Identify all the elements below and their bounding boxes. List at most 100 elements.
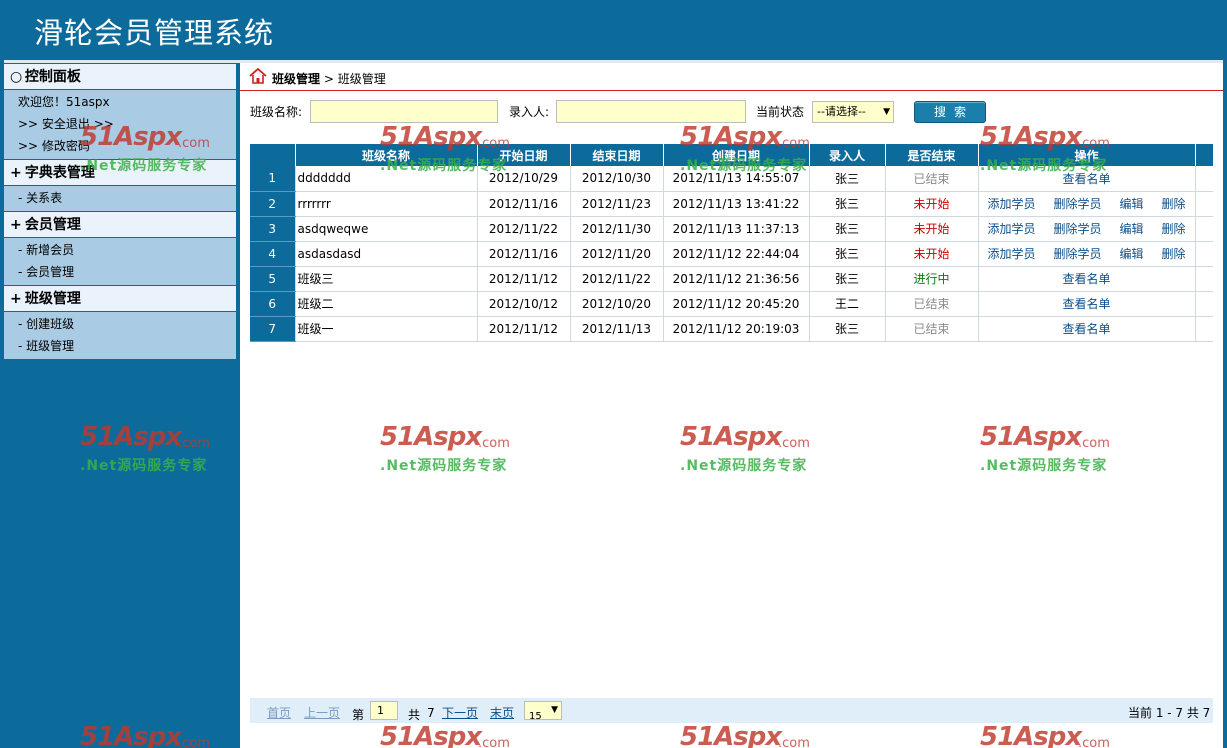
ops-cell: 查看名单 [978, 291, 1196, 317]
col-header-recorder: 录入人 [809, 144, 886, 166]
pager-size-select[interactable]: 15 ▼ [524, 701, 562, 722]
delete-link[interactable]: 删除 [1161, 195, 1185, 212]
row-index: 4 [250, 241, 296, 267]
ops-cell: 查看名单 [978, 316, 1196, 342]
ops-cell: 查看名单 [978, 166, 1196, 192]
class-table: 班级名称 开始日期 结束日期 创建日期 录入人 是否结束 操作 1 ddddddd… [250, 144, 1214, 342]
status-cell: 已结束 [885, 291, 979, 317]
col-header-start: 开始日期 [477, 144, 571, 166]
row-spacer [1195, 191, 1213, 217]
view-list-link[interactable]: 查看名单 [1062, 295, 1110, 312]
expand-marker-icon: + [10, 217, 22, 233]
sidebar-group-dashboard: ○ 控制面板 欢迎您！51aspx >> 安全退出 >> >> 修改密码 [4, 63, 236, 159]
recorder-cell: 张三 [809, 241, 886, 267]
add-student-link[interactable]: 添加学员 [987, 195, 1035, 212]
table-row: 7 班级一 2012/11/12 2012/11/13 2012/11/12 20:19… [250, 316, 1213, 342]
sidebar-item-create-class[interactable]: - 创建班级 [4, 313, 236, 335]
recorder-cell: 张三 [809, 216, 886, 242]
sidebar-item-logout[interactable]: >> 安全退出 >> [4, 113, 236, 135]
start-date-cell: 2012/11/12 [477, 316, 571, 342]
table-row: 5 班级三 2012/11/12 2012/11/22 2012/11/12 21:36… [250, 266, 1213, 292]
row-spacer [1195, 166, 1213, 192]
row-spacer [1195, 241, 1213, 267]
remove-student-link[interactable]: 删除学员 [1053, 195, 1101, 212]
end-date-cell: 2012/11/22 [570, 266, 664, 292]
remove-student-link[interactable]: 删除学员 [1053, 220, 1101, 237]
class-name-cell: ddddddd [295, 166, 478, 192]
delete-link[interactable]: 删除 [1161, 220, 1185, 237]
sidebar-item-relations[interactable]: - 关系表 [4, 187, 236, 209]
delete-link[interactable]: 删除 [1161, 245, 1185, 262]
view-list-link[interactable]: 查看名单 [1062, 170, 1110, 187]
start-date-cell: 2012/11/22 [477, 216, 571, 242]
home-icon[interactable] [249, 68, 267, 84]
search-button[interactable]: 搜索 [914, 101, 986, 123]
pager-total-prefix: 共 [408, 708, 421, 722]
created-date-cell: 2012/11/13 11:37:13 [663, 216, 810, 242]
sidebar-group-header[interactable]: ○ 控制面板 [4, 63, 236, 90]
chevron-down-icon: ▼ [551, 705, 558, 715]
created-date-cell: 2012/11/12 21:36:56 [663, 266, 810, 292]
edit-link[interactable]: 编辑 [1119, 220, 1143, 237]
breadcrumb-separator: > [320, 72, 338, 86]
sidebar-group-header[interactable]: + 班级管理 [4, 285, 236, 312]
status-select-value: --请选择-- [817, 105, 866, 118]
pager-last[interactable]: 末页 [490, 704, 514, 721]
row-spacer [1195, 266, 1213, 292]
ops-cell: 查看名单 [978, 266, 1196, 292]
class-name-input[interactable] [310, 100, 498, 123]
pager-first[interactable]: 首页 [267, 704, 291, 721]
pager-next[interactable]: 下一页 [442, 704, 478, 721]
edit-link[interactable]: 编辑 [1119, 245, 1143, 262]
remove-student-link[interactable]: 删除学员 [1053, 245, 1101, 262]
sidebar-group-title: 班级管理 [24, 291, 81, 307]
add-student-link[interactable]: 添加学员 [987, 220, 1035, 237]
status-cell: 已结束 [885, 316, 979, 342]
sidebar-item-add-member[interactable]: - 新增会员 [4, 239, 236, 261]
sidebar-group-members: + 会员管理 - 新增会员 - 会员管理 [4, 211, 236, 285]
view-list-link[interactable]: 查看名单 [1062, 270, 1110, 287]
end-date-cell: 2012/11/20 [570, 241, 664, 267]
start-date-cell: 2012/10/12 [477, 291, 571, 317]
status-cell: 未开始 [885, 241, 979, 267]
sidebar-item-manage-members[interactable]: - 会员管理 [4, 261, 236, 283]
class-name-label: 班级名称: [250, 105, 303, 119]
view-list-link[interactable]: 查看名单 [1062, 320, 1110, 337]
recorder-cell: 张三 [809, 166, 886, 192]
end-date-cell: 2012/10/30 [570, 166, 664, 192]
row-index: 2 [250, 191, 296, 217]
col-header-spacer [1195, 144, 1214, 166]
sidebar-item-manage-classes[interactable]: - 班级管理 [4, 335, 236, 357]
sidebar-item-change-password[interactable]: >> 修改密码 [4, 135, 236, 157]
pager-page-input[interactable]: 1 [370, 701, 398, 720]
row-spacer [1195, 316, 1213, 342]
class-name-cell: 班级一 [295, 316, 478, 342]
created-date-cell: 2012/11/13 13:41:22 [663, 191, 810, 217]
start-date-cell: 2012/10/29 [477, 166, 571, 192]
sidebar-group-header[interactable]: + 会员管理 [4, 211, 236, 238]
expand-marker-icon: + [10, 165, 22, 181]
pager-prev[interactable]: 上一页 [304, 704, 340, 721]
status-select[interactable]: --请选择-- ▼ [812, 101, 894, 123]
row-index: 1 [250, 166, 296, 192]
class-name-cell: asdqweqwe [295, 216, 478, 242]
ops-cell: 添加学员 删除学员 编辑 删除 [978, 241, 1196, 267]
start-date-cell: 2012/11/16 [477, 191, 571, 217]
start-date-cell: 2012/11/12 [477, 266, 571, 292]
sidebar-group-header[interactable]: + 字典表管理 [4, 159, 236, 186]
end-date-cell: 2012/11/23 [570, 191, 664, 217]
app-title: 滑轮会员管理系统 [34, 16, 275, 50]
table-row: 1 ddddddd 2012/10/29 2012/10/30 2012/11/13 1… [250, 166, 1213, 192]
status-cell: 进行中 [885, 266, 979, 292]
pager-total-pages: 7 [427, 706, 435, 720]
status-label: 当前状态 [756, 105, 805, 119]
recorder-input[interactable] [556, 100, 746, 123]
ops-cell: 添加学员 删除学员 编辑 删除 [978, 216, 1196, 242]
expand-marker-icon: + [10, 291, 22, 307]
end-date-cell: 2012/11/30 [570, 216, 664, 242]
edit-link[interactable]: 编辑 [1119, 195, 1143, 212]
recorder-label: 录入人: [509, 105, 550, 119]
col-header-end: 结束日期 [570, 144, 664, 166]
breadcrumb-parent[interactable]: 班级管理 [272, 72, 320, 86]
add-student-link[interactable]: 添加学员 [987, 245, 1035, 262]
